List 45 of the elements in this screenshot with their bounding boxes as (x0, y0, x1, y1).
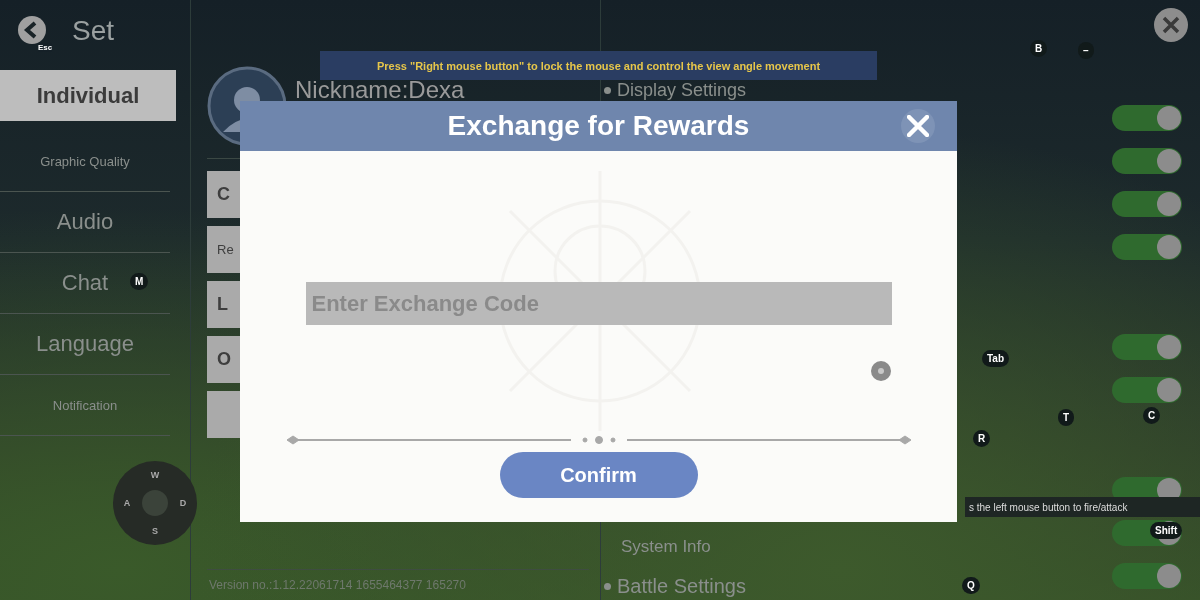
close-icon (907, 115, 929, 137)
sidebar-tab[interactable]: Individual (0, 70, 176, 121)
dialog-title: Exchange for Rewards (447, 110, 750, 142)
key-tooltip: Shift (1150, 522, 1183, 539)
close-button[interactable] (901, 109, 935, 143)
hint-banner: Press "Right mouse button" to lock the mouse and control the view angle movement (320, 51, 877, 80)
version-label: Version no.:1.12.22061714 1655464377 165270 (207, 569, 589, 600)
toggle-switch[interactable] (1112, 334, 1182, 360)
key-tooltip: Tab (982, 350, 1010, 367)
sidebar-tab[interactable]: Audio (0, 192, 170, 253)
section-heading: Battle Settings (617, 575, 746, 598)
sidebar-tab[interactable]: Language (0, 314, 170, 375)
toggle-switch[interactable] (1112, 191, 1182, 217)
key-tooltip: Q (962, 577, 980, 594)
section-heading: Display Settings (617, 80, 747, 101)
page-title: Set (72, 15, 115, 47)
key-label: D (179, 498, 187, 508)
sidebar-tab[interactable]: Graphic Quality (0, 131, 170, 192)
bullet-icon (604, 583, 611, 590)
close-icon (1162, 16, 1180, 34)
key-label: S (152, 526, 158, 536)
key-tooltip: – (1078, 42, 1094, 59)
toggle-switch[interactable] (1112, 105, 1182, 131)
back-button[interactable]: Esc (12, 13, 52, 49)
bullet-icon (604, 87, 611, 94)
sidebar-tab[interactable]: Notification (0, 375, 170, 436)
toggle-switch[interactable] (1112, 563, 1182, 589)
key-hint: Esc (38, 43, 53, 52)
key-label: W (150, 470, 160, 480)
key-tooltip: T (1058, 409, 1075, 426)
joystick[interactable]: W A D S (113, 461, 197, 545)
info-icon[interactable] (870, 360, 892, 382)
confirm-button[interactable]: Confirm (499, 452, 698, 498)
close-button[interactable] (1154, 8, 1188, 42)
toggle-switch[interactable] (1112, 234, 1182, 260)
key-tooltip: R (973, 430, 991, 447)
toggle-switch[interactable] (1112, 148, 1182, 174)
back-icon (17, 14, 47, 45)
key-tooltip: B (1030, 40, 1048, 57)
key-tooltip: C (1143, 407, 1161, 424)
toggle-switch[interactable] (1112, 377, 1182, 403)
fire-tooltip: s the left mouse button to fire/attack (965, 497, 1200, 517)
section-heading: System Info (621, 537, 711, 557)
key-tooltip: M (130, 273, 149, 290)
key-label: A (123, 498, 131, 508)
